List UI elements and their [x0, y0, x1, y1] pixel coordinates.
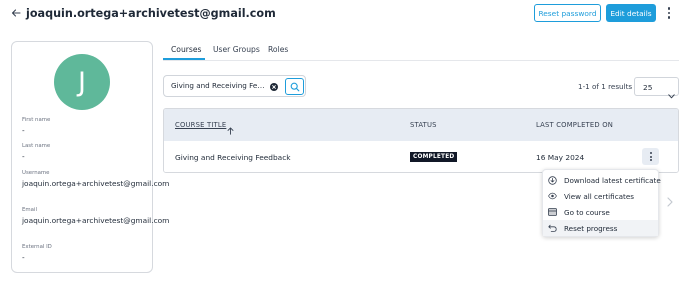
first-name-label: First name	[22, 117, 51, 123]
last-name-value: -	[22, 152, 25, 161]
last-completed-cell: 16 May 2024	[536, 153, 585, 162]
results-count: 1-1 of 1 results	[578, 82, 633, 91]
email-label: Email	[22, 207, 37, 213]
menu-item-label: Reset progress	[564, 223, 618, 233]
page-title: joaquin.ortega+archivetest@gmail.com	[26, 7, 276, 20]
column-course-title[interactable]: COURSE TITLE	[175, 121, 226, 129]
search-icon	[290, 82, 299, 91]
download-icon	[548, 175, 557, 185]
active-tab-indicator	[163, 58, 205, 60]
external-id-label: External ID	[22, 244, 52, 250]
column-last-completed: LAST COMPLETED ON	[536, 121, 614, 129]
back-arrow-icon[interactable]	[9, 6, 23, 20]
profile-card: J First name - Last name - Username joaq…	[11, 41, 170, 273]
username-value: joaquin.ortega+archivetest@gmail.com	[22, 179, 170, 188]
course-icon	[548, 208, 557, 217]
last-name-label: Last name	[22, 143, 51, 149]
menu-item-go-to-course[interactable]: Go to course	[543, 204, 658, 220]
column-status: STATUS	[410, 121, 437, 129]
chevron-down-icon	[668, 84, 675, 103]
external-id-value: -	[22, 253, 25, 262]
search-button[interactable]	[285, 78, 304, 95]
menu-item-view-certificates[interactable]: View all certificates	[543, 188, 658, 204]
course-title-cell: Giving and Receiving Feedback	[175, 153, 291, 162]
arrow-up-icon[interactable]	[227, 120, 234, 139]
undo-icon	[548, 224, 557, 233]
page-size-value: 25	[643, 83, 653, 92]
first-name-value: -	[22, 126, 25, 135]
search-input[interactable]: Giving and Receiving Feedback	[171, 81, 267, 90]
page-header: joaquin.ortega+archivetest@gmail.com Res…	[0, 0, 688, 28]
tab-courses[interactable]: Courses	[171, 45, 201, 54]
avatar: J	[54, 54, 110, 110]
menu-item-label: View all certificates	[564, 191, 635, 201]
courses-table: COURSE TITLE STATUS LAST COMPLETED ON Gi…	[163, 108, 679, 173]
menu-item-download-certificate[interactable]: Download latest certificate	[543, 172, 661, 188]
edit-details-button[interactable]: Edit details	[606, 4, 656, 22]
tab-roles[interactable]: Roles	[268, 45, 288, 54]
eye-icon	[548, 192, 557, 201]
menu-item-reset-progress[interactable]: Reset progress	[543, 220, 658, 236]
menu-item-label: Download latest certificate	[564, 175, 661, 185]
clear-search-icon[interactable]	[270, 83, 278, 91]
tab-bar: Courses User Groups Roles	[163, 41, 679, 61]
page-size-select[interactable]: 25	[634, 77, 679, 99]
reset-password-button[interactable]: Reset password	[534, 4, 601, 22]
username-label: Username	[22, 170, 50, 176]
next-page-chevron-icon[interactable]	[666, 192, 674, 207]
column-course-title-label: COURSE TITLE	[175, 121, 227, 129]
table-header: COURSE TITLE STATUS LAST COMPLETED ON	[164, 109, 678, 141]
status-badge: COMPLETED	[410, 152, 458, 162]
course-search: Giving and Receiving Feedback	[163, 75, 306, 97]
more-options-icon[interactable]	[663, 5, 675, 21]
row-actions-icon[interactable]	[642, 148, 659, 165]
menu-item-label: Go to course	[564, 207, 610, 217]
email-value: joaquin.ortega+archivetest@gmail.com	[22, 216, 170, 225]
tab-user-groups[interactable]: User Groups	[213, 45, 260, 54]
row-actions-menu: Download latest certificate View all cer…	[542, 169, 661, 237]
